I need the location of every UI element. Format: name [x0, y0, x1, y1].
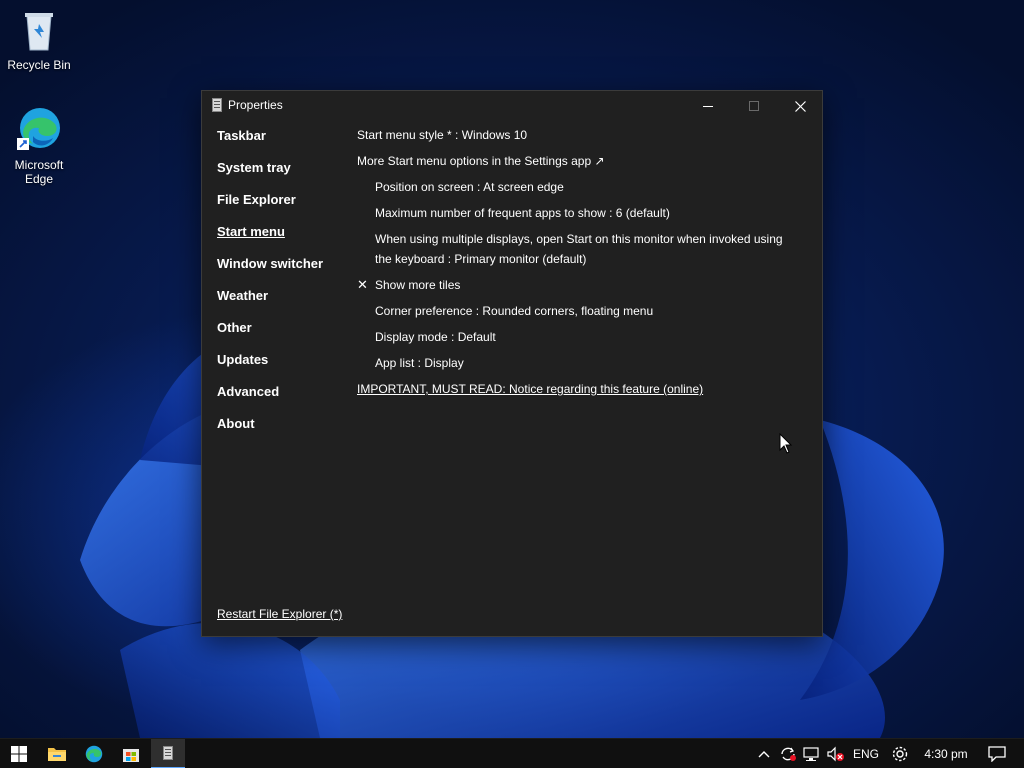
maximize-button[interactable]: [731, 91, 777, 121]
option-start-menu-style[interactable]: Start menu style * : Windows 10: [357, 125, 527, 145]
store-icon: [123, 749, 139, 762]
option-position-on-screen[interactable]: Position on screen : At screen edge: [375, 177, 564, 197]
sidebar-item-system-tray[interactable]: System tray: [217, 159, 347, 191]
show-more-tiles-label: Show more tiles: [375, 278, 461, 292]
taskbar: ENG 4:30 pm: [0, 738, 1024, 768]
important-notice-link[interactable]: IMPORTANT, MUST READ: Notice regarding t…: [357, 379, 703, 399]
network-icon: [803, 747, 819, 761]
show-hidden-icons-button[interactable]: [754, 739, 774, 768]
sync-status-button[interactable]: [777, 739, 799, 768]
start-button[interactable]: [0, 739, 38, 768]
properties-app-icon: [212, 98, 222, 112]
microsoft-edge-desktop-item[interactable]: Microsoft Edge: [1, 106, 77, 186]
taskbar-store[interactable]: [112, 739, 150, 768]
folder-icon: [48, 748, 66, 761]
checkmark-icon: ✕: [357, 277, 368, 292]
settings-button[interactable]: [888, 739, 912, 768]
window-title: Properties: [228, 98, 283, 112]
sync-icon: [781, 747, 796, 761]
sidebar-item-start-menu[interactable]: Start menu: [217, 223, 347, 255]
mouse-cursor-icon: [779, 433, 793, 454]
sidebar-item-weather[interactable]: Weather: [217, 287, 347, 319]
taskbar-edge[interactable]: [75, 739, 113, 768]
windows-logo-icon: [11, 746, 27, 762]
sidebar-item-about[interactable]: About: [217, 415, 347, 447]
microsoft-edge-label: Microsoft Edge: [14, 158, 64, 186]
close-button[interactable]: [777, 91, 823, 121]
notification-icon: [988, 746, 1006, 762]
volume-muted-icon: [827, 746, 844, 762]
sidebar-item-taskbar[interactable]: Taskbar: [217, 127, 347, 159]
minimize-button[interactable]: [685, 91, 731, 121]
recycle-bin-icon: [15, 6, 63, 54]
taskbar-file-explorer[interactable]: [38, 739, 76, 768]
option-multi-display[interactable]: When using multiple displays, open Start…: [375, 229, 795, 269]
sidebar-item-updates[interactable]: Updates: [217, 351, 347, 383]
taskbar-properties-app[interactable]: [151, 739, 185, 768]
sidebar-item-file-explorer[interactable]: File Explorer: [217, 191, 347, 223]
sidebar-item-other[interactable]: Other: [217, 319, 347, 351]
sidebar-nav: Taskbar System tray File Explorer Start …: [217, 127, 347, 447]
recycle-bin-label: Recycle Bin: [7, 58, 71, 72]
gear-icon: [892, 746, 908, 762]
settings-app-link[interactable]: More Start menu options in the Settings …: [357, 151, 605, 171]
minimize-icon: [703, 106, 713, 107]
clock[interactable]: 4:30 pm: [918, 739, 974, 768]
properties-taskbar-icon: [163, 746, 173, 760]
option-display-mode[interactable]: Display mode : Default: [375, 327, 496, 347]
edge-taskbar-icon: [85, 745, 103, 763]
notifications-button[interactable]: [984, 739, 1010, 768]
title-bar[interactable]: Properties: [202, 91, 822, 121]
maximize-icon: [749, 101, 759, 111]
sidebar-item-advanced[interactable]: Advanced: [217, 383, 347, 415]
network-button[interactable]: [801, 739, 823, 768]
volume-button[interactable]: [825, 739, 847, 768]
recycle-bin-icon-item[interactable]: Recycle Bin: [1, 6, 77, 72]
close-icon: [794, 100, 806, 112]
option-max-frequent-apps[interactable]: Maximum number of frequent apps to show …: [375, 203, 670, 223]
sidebar-item-window-switcher[interactable]: Window switcher: [217, 255, 347, 287]
restart-file-explorer-link[interactable]: Restart File Explorer (*): [217, 607, 342, 621]
chevron-up-icon: [758, 751, 770, 758]
edge-icon: [15, 106, 63, 154]
option-corner-preference[interactable]: Corner preference : Rounded corners, flo…: [375, 301, 653, 321]
language-indicator[interactable]: ENG: [849, 739, 883, 768]
properties-window: Properties Taskbar System tray File Expl…: [201, 90, 823, 637]
option-app-list[interactable]: App list : Display: [375, 353, 464, 373]
